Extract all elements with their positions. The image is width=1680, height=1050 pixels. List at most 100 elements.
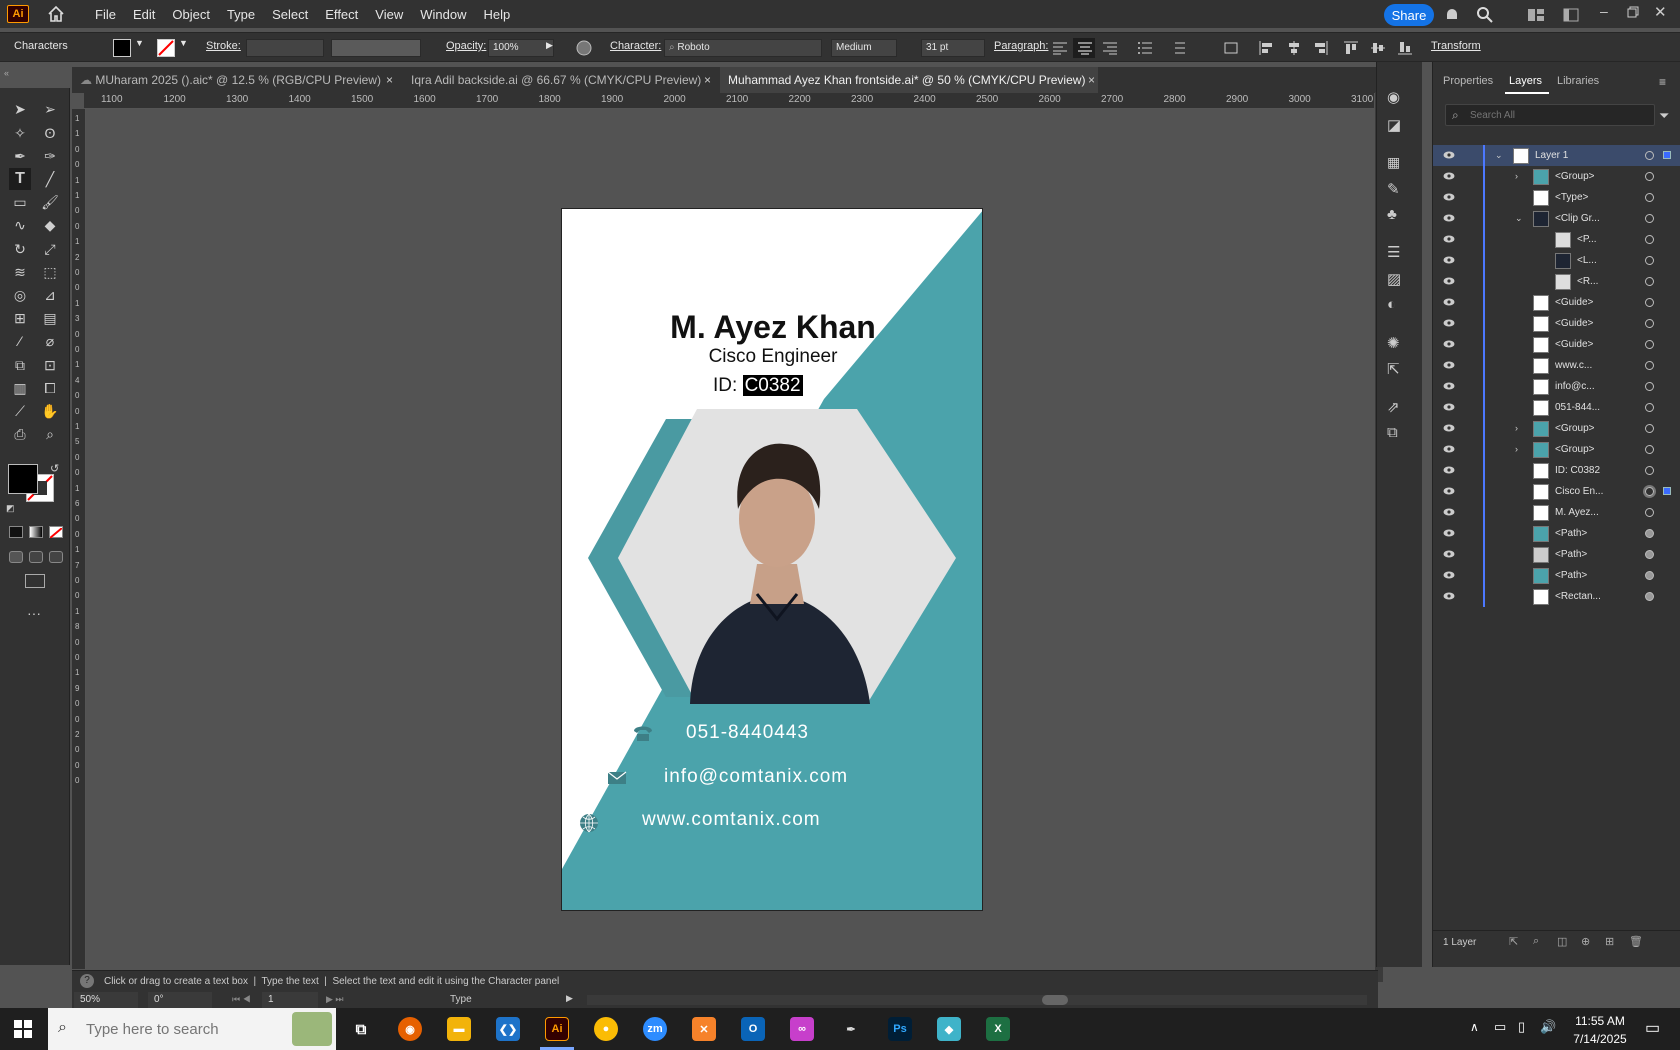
sublayer-row[interactable]: Cisco En... [1433, 481, 1680, 502]
layer-name[interactable]: <Rectan... [1555, 591, 1601, 602]
visibility-eye-icon[interactable] [1443, 529, 1455, 537]
tab-properties[interactable]: Properties [1443, 75, 1493, 87]
color-guide-icon[interactable]: ✺ [1387, 334, 1409, 354]
zoom-app-icon[interactable]: zm [643, 1017, 667, 1041]
lasso-tool-icon[interactable]: ʘ [39, 122, 61, 144]
target-circle-icon[interactable] [1645, 172, 1654, 181]
layer-name[interactable]: <Guide> [1555, 339, 1593, 350]
layer-name[interactable]: <Group> [1555, 444, 1594, 455]
chevron-right-icon[interactable]: › [1515, 423, 1518, 433]
visibility-eye-icon[interactable] [1443, 172, 1455, 180]
menu-edit[interactable]: Edit [133, 7, 155, 22]
chevron-right-icon[interactable]: › [1515, 444, 1518, 454]
stroke-swatch[interactable] [157, 39, 175, 57]
volume-icon[interactable]: 🔊 [1540, 1019, 1556, 1035]
transparency-icon[interactable]: ◐ [1387, 296, 1409, 316]
close-tab-icon[interactable]: × [1088, 73, 1095, 87]
eyedropper-tool-icon[interactable]: ⁄ [9, 330, 31, 352]
battery-icon[interactable]: ▯ [1518, 1019, 1525, 1035]
target-circle-icon[interactable] [1645, 382, 1654, 391]
stroke-label[interactable]: Stroke: [206, 40, 241, 52]
visibility-eye-icon[interactable] [1443, 571, 1455, 579]
target-circle-icon[interactable] [1645, 403, 1654, 412]
target-circle-icon[interactable] [1645, 445, 1654, 454]
visibility-eye-icon[interactable] [1443, 193, 1455, 201]
card-website[interactable]: www.comtanix.com [642, 809, 821, 831]
layer-name[interactable]: 051-844... [1555, 402, 1600, 413]
chevron-down-icon[interactable]: ▼ [179, 38, 188, 48]
layer-name[interactable]: <Path> [1555, 528, 1587, 539]
target-circle-icon[interactable] [1645, 361, 1654, 370]
layer-name[interactable]: <Guide> [1555, 297, 1593, 308]
align-hcenter-icon[interactable] [1286, 40, 1302, 56]
sublayer-row[interactable]: 051-844... [1433, 397, 1680, 418]
first-artboard-icon[interactable]: ⏮ ◀ [232, 994, 251, 1005]
rotation-field[interactable]: 0° [148, 992, 212, 1008]
swap-colors-icon[interactable]: ↺ [50, 462, 59, 475]
draw-normal-icon[interactable] [9, 551, 23, 563]
card-job-title[interactable]: Cisco Engineer [562, 346, 982, 368]
layer-row-layer-1[interactable]: ⌄ Layer 1 [1433, 145, 1680, 166]
delete-layer-icon[interactable]: 🗑 [1629, 935, 1643, 948]
layer-name[interactable]: <Path> [1555, 549, 1587, 560]
font-family-field[interactable]: ⌕ Roboto [664, 39, 822, 57]
opacity-field[interactable]: 100% [488, 39, 554, 57]
visibility-eye-icon[interactable] [1443, 403, 1455, 411]
layer-name[interactable]: info@c... [1555, 381, 1595, 392]
sublayer-row[interactable]: › <Group> [1433, 418, 1680, 439]
font-style-field[interactable]: Medium [831, 39, 897, 57]
illustrator-taskbar-icon[interactable]: Ai [545, 1017, 569, 1041]
selection-indicator[interactable] [1663, 487, 1671, 495]
chevron-down-icon[interactable]: ▼ [135, 38, 144, 48]
close-tab-icon[interactable]: × [704, 73, 711, 87]
excel-icon[interactable]: X [986, 1017, 1010, 1041]
visibility-eye-icon[interactable] [1443, 235, 1455, 243]
layer-name[interactable]: <Group> [1555, 423, 1594, 434]
outlook-icon[interactable]: O [741, 1017, 765, 1041]
restore-button[interactable] [1627, 6, 1639, 18]
menu-effect[interactable]: Effect [325, 7, 358, 22]
artboards-icon[interactable]: ⧉ [1387, 424, 1409, 444]
chevron-down-icon[interactable]: ⌄ [1515, 213, 1523, 224]
artboard-number-field[interactable]: 1 [262, 992, 318, 1008]
visibility-eye-icon[interactable] [1443, 550, 1455, 558]
visibility-eye-icon[interactable] [1443, 592, 1455, 600]
fill-swatch[interactable] [113, 39, 131, 57]
stroke-weight-field[interactable] [246, 39, 324, 57]
horizontal-scrollbar[interactable] [587, 995, 1367, 1005]
default-colors-icon[interactable]: ◩ [6, 503, 15, 514]
font-size-field[interactable]: 31 pt [921, 39, 985, 57]
transform-label[interactable]: Transform [1431, 40, 1481, 52]
gradient-mode-icon[interactable] [29, 526, 43, 538]
tab-layers[interactable]: Layers [1509, 75, 1542, 87]
sublayer-row[interactable]: <Guide> [1433, 313, 1680, 334]
target-circle-icon[interactable] [1645, 256, 1654, 265]
paragraph-label[interactable]: Paragraph: [994, 40, 1048, 52]
sublayer-row[interactable]: <Path> [1433, 544, 1680, 565]
layers-search-input[interactable] [1470, 107, 1650, 123]
xampp-icon[interactable]: ✕ [692, 1017, 716, 1041]
sublayer-row[interactable]: <Type> [1433, 187, 1680, 208]
chevron-down-icon[interactable]: ⌄ [1495, 150, 1503, 161]
target-circle-icon[interactable] [1645, 571, 1654, 580]
align-center-icon[interactable] [1077, 41, 1093, 55]
taskbar-search-input[interactable] [86, 1019, 286, 1039]
layer-name[interactable]: Cisco En... [1555, 486, 1603, 497]
sublayer-row[interactable]: <Path> [1433, 523, 1680, 544]
target-circle-icon[interactable] [1645, 277, 1654, 286]
more-tools-icon[interactable]: ··· [27, 605, 41, 621]
align-vcenter-icon[interactable] [1370, 40, 1386, 56]
close-tab-icon[interactable]: × [386, 73, 393, 87]
target-circle-icon[interactable] [1645, 487, 1654, 496]
target-circle-icon[interactable] [1645, 151, 1654, 160]
scale-tool-icon[interactable]: ⤢ [39, 238, 61, 260]
new-layer-icon[interactable]: ⊞ [1605, 935, 1614, 948]
task-view-icon[interactable]: ⧉ [349, 1017, 373, 1041]
menu-view[interactable]: View [375, 7, 403, 22]
taskbar-date[interactable]: 7/14/2025 [1566, 1032, 1634, 1046]
menu-file[interactable]: File [95, 7, 116, 22]
recolor-icon[interactable] [575, 39, 593, 57]
app-diamond-icon[interactable]: ◆ [937, 1017, 961, 1041]
layer-name[interactable]: <Clip Gr... [1555, 213, 1600, 224]
sublayer-row[interactable]: <Path> [1433, 565, 1680, 586]
